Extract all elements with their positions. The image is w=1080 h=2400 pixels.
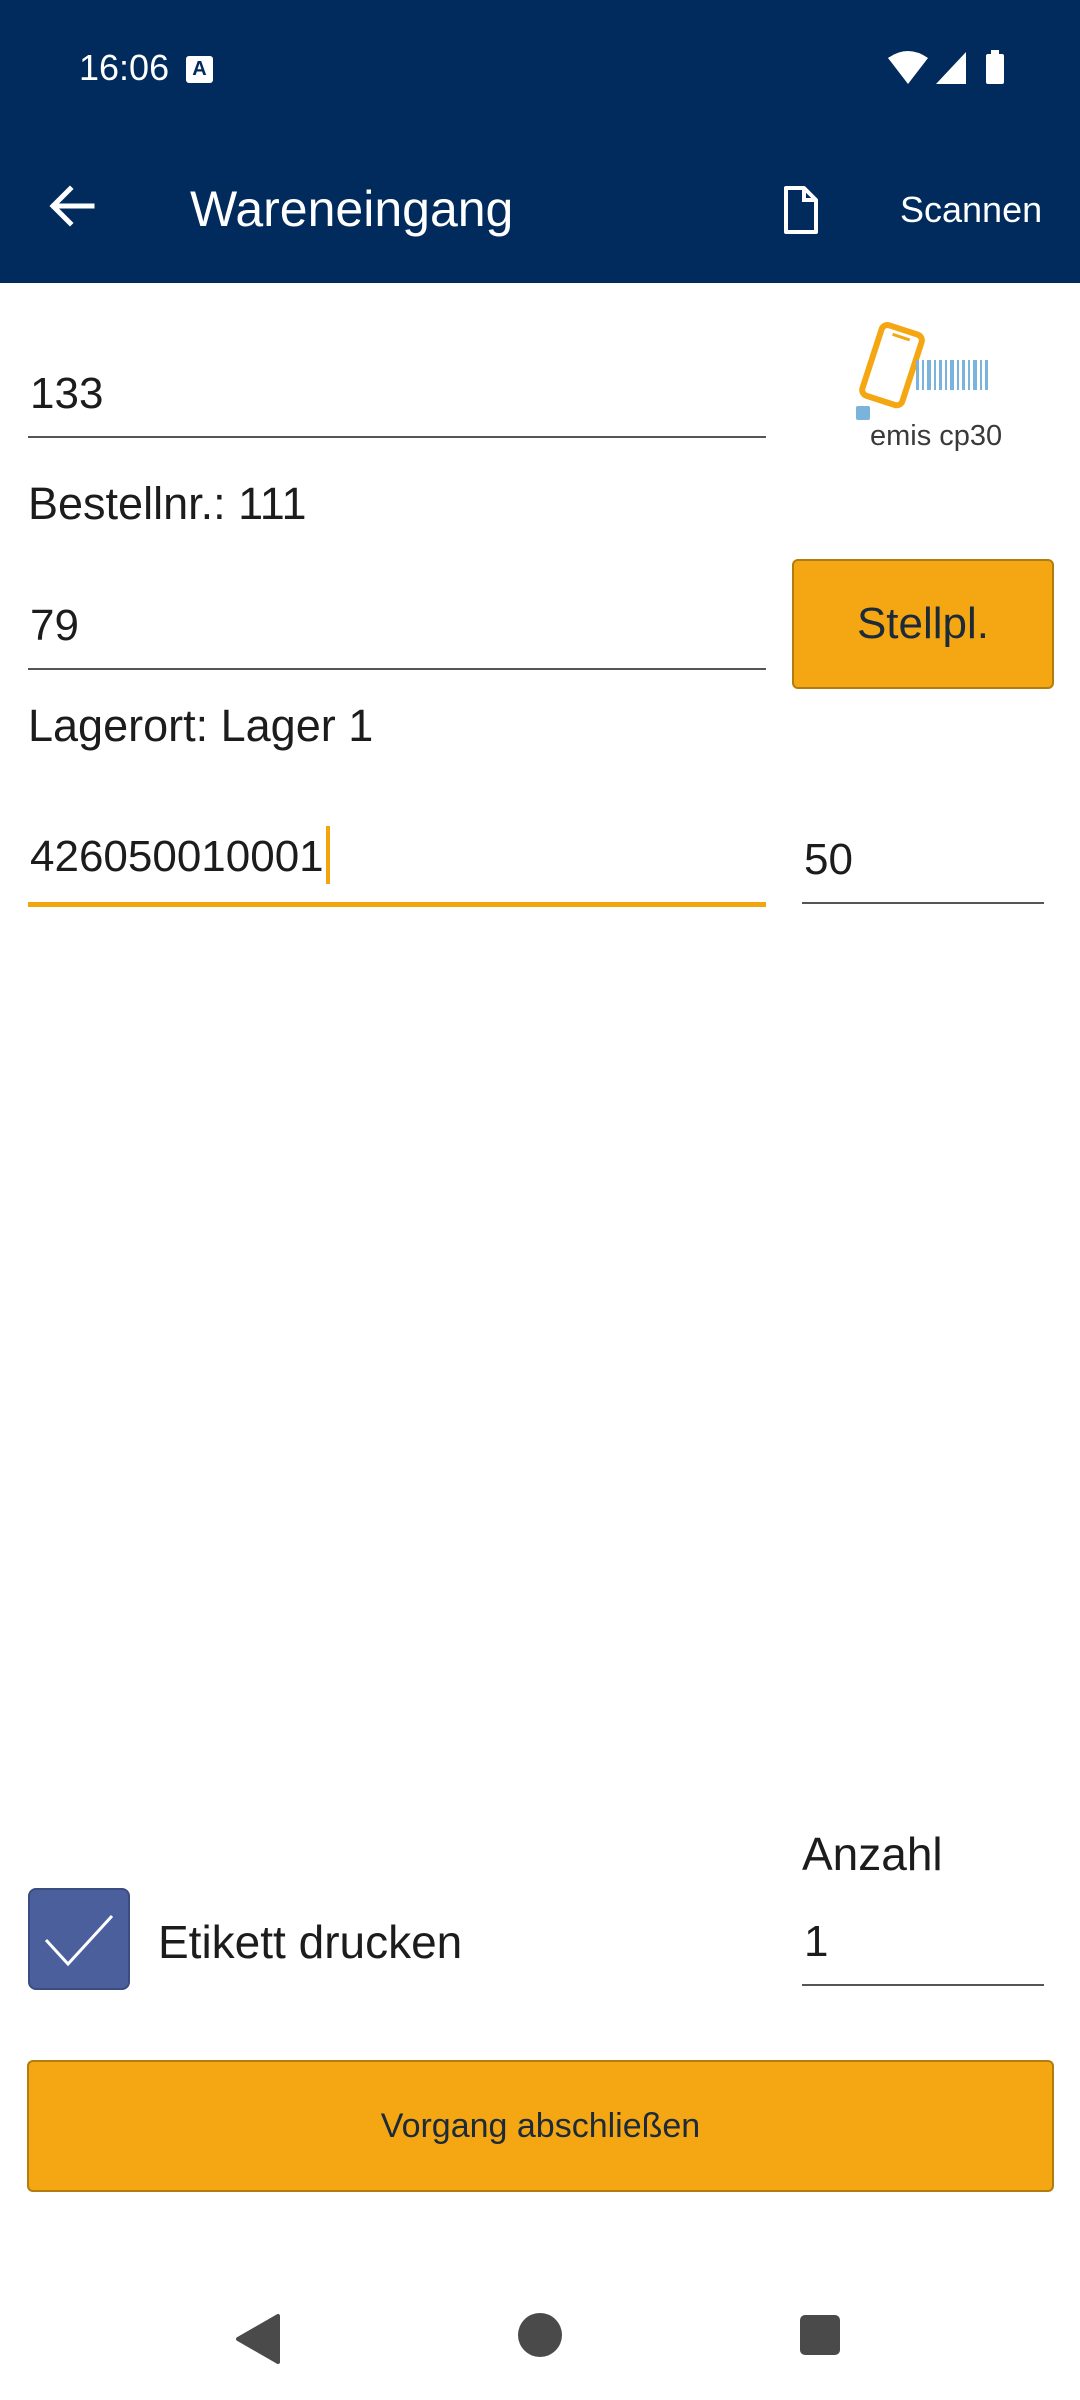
app-header [0, 0, 1080, 283]
ean-value: 426050010001 [30, 831, 324, 881]
nav-recents-button[interactable] [800, 2315, 840, 2355]
emis-logo: emis cp30 [852, 322, 1008, 462]
status-icons-svg [888, 50, 1004, 84]
nav-back-button[interactable] [232, 2312, 286, 2366]
phone-barcode-icon [856, 322, 988, 420]
quantity-value: 50 [804, 835, 853, 884]
logo-text: emis cp30 [870, 420, 1003, 452]
back-button[interactable] [36, 170, 108, 242]
document-button[interactable] [770, 180, 830, 240]
text-cursor [325, 826, 330, 884]
nav-home-button[interactable] [518, 2313, 562, 2357]
order-info-text: Bestellnr.: 111 [28, 478, 307, 529]
signal-icon [936, 52, 966, 84]
arrow-back-icon [49, 185, 95, 227]
order-number-input[interactable]: 133 [28, 340, 766, 438]
nav-back-icon [236, 2314, 280, 2364]
scan-button[interactable]: Scannen [900, 186, 1042, 234]
a-icon: A [186, 56, 213, 83]
finish-button[interactable]: Vorgang abschließen [27, 2060, 1054, 2192]
status-icons [886, 48, 1016, 88]
battery-icon [986, 54, 1004, 84]
quantity-input[interactable]: 50 [802, 806, 1044, 904]
document-icon [784, 186, 818, 234]
ean-value-wrap: 426050010001 [30, 826, 330, 888]
checkmark-icon [44, 1914, 114, 1967]
print-label-text: Etikett drucken [158, 1916, 463, 1968]
wifi-icon [888, 51, 928, 84]
status-time: 16:06 [79, 47, 170, 88]
location-value: 79 [30, 601, 79, 650]
stellplatz-button[interactable]: Stellpl. [792, 559, 1054, 689]
ean-input[interactable]: 426050010001 [28, 800, 766, 907]
print-label-checkbox[interactable] [28, 1888, 130, 1990]
page-title: Wareneingang [190, 181, 514, 237]
count-label: Anzahl [802, 1828, 943, 1880]
count-value: 1 [804, 1917, 829, 1966]
order-number-value: 133 [30, 369, 104, 418]
count-input[interactable]: 1 [802, 1886, 1044, 1986]
location-info-text: Lagerort: Lager 1 [28, 700, 374, 751]
location-input[interactable]: 79 [28, 570, 766, 670]
